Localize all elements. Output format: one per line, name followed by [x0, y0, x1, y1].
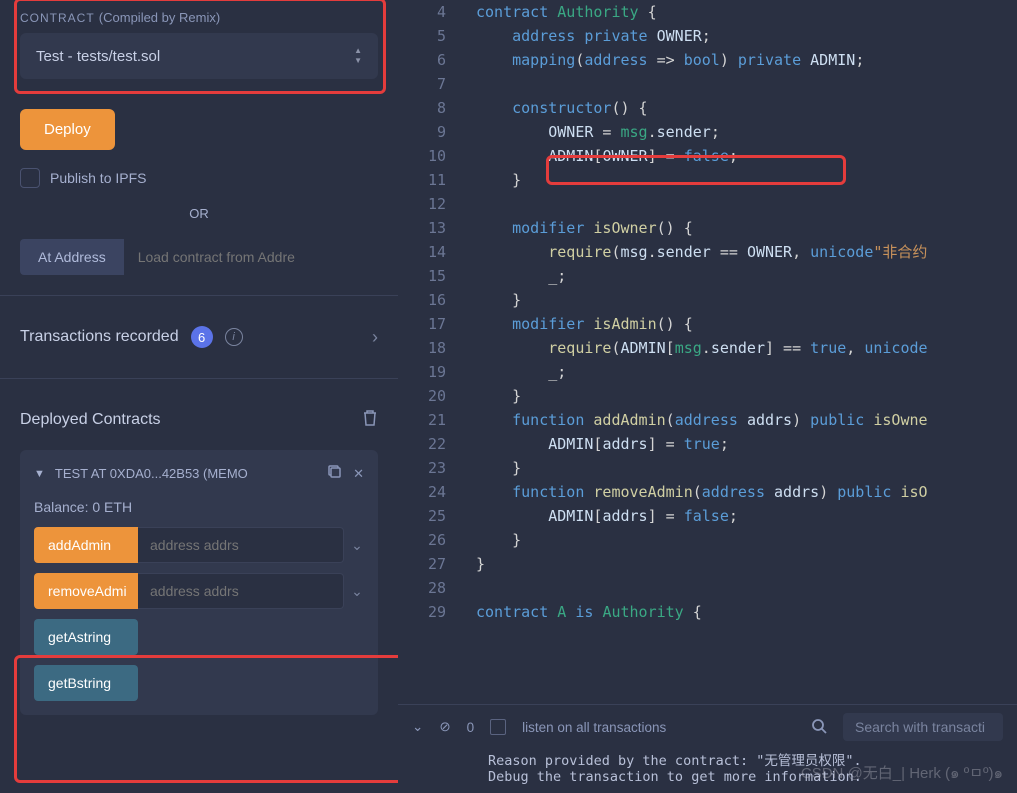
- contract-select-dropdown[interactable]: Test - tests/test.sol ▲▼: [20, 33, 378, 79]
- publish-ipfs-checkbox[interactable]: [20, 168, 40, 188]
- ban-icon[interactable]: ⊘: [439, 719, 450, 735]
- publish-ipfs-label: Publish to IPFS: [50, 170, 147, 186]
- console-collapse-icon[interactable]: ⌄: [412, 719, 423, 735]
- transactions-count-badge: 6: [191, 326, 213, 348]
- code-editor-area: 4567891011121314151617181920212223242526…: [398, 0, 1017, 793]
- close-icon[interactable]: ✕: [353, 466, 364, 482]
- line-number-gutter: 4567891011121314151617181920212223242526…: [398, 0, 446, 704]
- fn-input-addadmin[interactable]: [138, 527, 344, 563]
- fn-row-getbstring: getBstring: [34, 665, 364, 701]
- deployed-contract-panel: ▼ TEST AT 0XDA0...42B53 (MEMO ✕ Balance:…: [20, 450, 378, 715]
- caret-down-icon[interactable]: ▼: [34, 468, 45, 480]
- chevron-down-icon[interactable]: ⌄: [350, 573, 364, 609]
- info-icon[interactable]: i: [225, 328, 243, 346]
- load-address-input[interactable]: [124, 239, 378, 275]
- deployed-contract-title: TEST AT 0XDA0...42B53 (MEMO: [55, 466, 317, 481]
- fn-row-removeadmin: removeAdmi ⌄: [34, 573, 364, 609]
- code-content[interactable]: contract Authority { address private OWN…: [446, 0, 1017, 704]
- listen-checkbox[interactable]: [490, 719, 506, 735]
- fn-button-getbstring[interactable]: getBstring: [34, 665, 138, 701]
- transactions-recorded-header[interactable]: Transactions recorded 6 i ›: [20, 316, 378, 358]
- deploy-sidebar: CONTRACT (Compiled by Remix) Test - test…: [0, 0, 398, 793]
- deploy-button[interactable]: Deploy: [20, 109, 115, 150]
- console-search-input[interactable]: Search with transacti: [843, 713, 1003, 741]
- fn-button-addadmin[interactable]: addAdmin: [34, 527, 138, 563]
- transactions-recorded-label: Transactions recorded: [20, 328, 179, 346]
- fn-button-getastring[interactable]: getAstring: [34, 619, 138, 655]
- deployed-contracts-label: Deployed Contracts: [20, 411, 161, 429]
- fn-button-removeadmin[interactable]: removeAdmi: [34, 573, 138, 609]
- contract-balance: Balance: 0 ETH: [34, 499, 364, 515]
- dropdown-chevrons-icon: ▲▼: [354, 47, 362, 65]
- at-address-button[interactable]: At Address: [20, 239, 124, 275]
- chevron-right-icon: ›: [372, 327, 378, 348]
- pending-count: 0: [467, 720, 475, 735]
- watermark-text: CSDN @无白_| Herk (๑ ºㅁº)๑: [801, 761, 1003, 785]
- chevron-down-icon[interactable]: ⌄: [350, 527, 364, 563]
- or-divider-text: OR: [20, 206, 378, 221]
- listen-label: listen on all transactions: [522, 720, 666, 735]
- copy-icon[interactable]: [327, 464, 343, 483]
- fn-row-addadmin: addAdmin ⌄: [34, 527, 364, 563]
- contract-section-label: CONTRACT (Compiled by Remix): [20, 10, 378, 25]
- fn-input-removeadmin[interactable]: [138, 573, 344, 609]
- contract-select-value: Test - tests/test.sol: [36, 48, 160, 65]
- search-icon[interactable]: [811, 718, 827, 737]
- fn-row-getastring: getAstring: [34, 619, 364, 655]
- trash-icon[interactable]: [362, 409, 378, 430]
